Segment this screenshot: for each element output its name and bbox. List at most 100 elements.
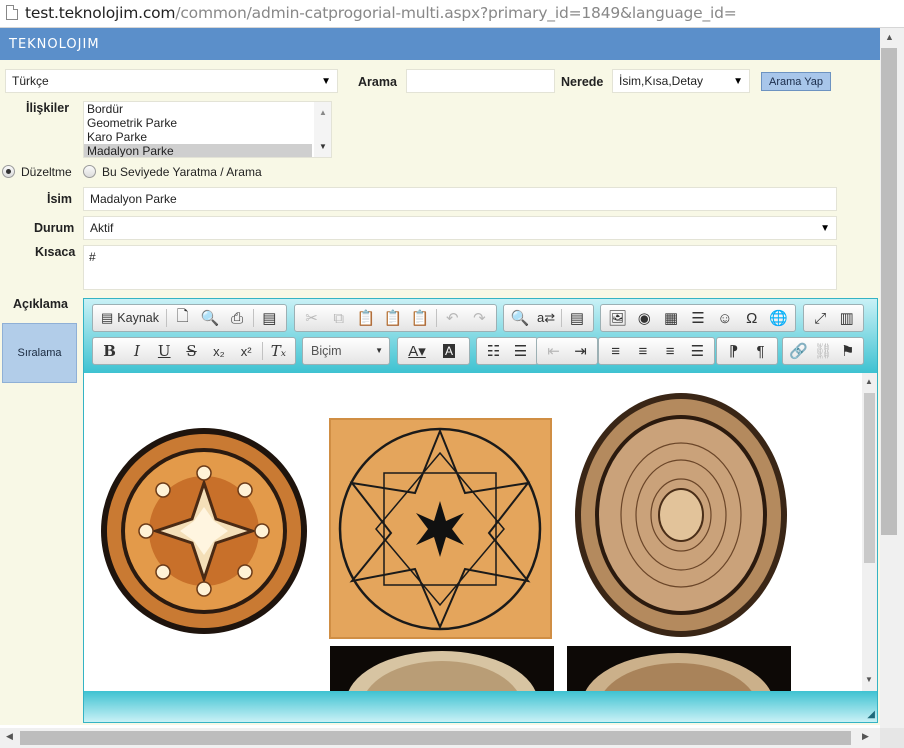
- numbered-list-icon: ☷: [486, 343, 501, 360]
- scroll-left-icon[interactable]: ◀: [6, 731, 13, 742]
- iframe-button[interactable]: 🌐: [765, 306, 792, 330]
- paste-button[interactable]: 📋: [352, 306, 379, 330]
- list-item[interactable]: Karo Parke: [84, 130, 312, 144]
- new-page-button[interactable]: 🗋: [169, 306, 196, 330]
- cut-button[interactable]: ✂: [298, 306, 325, 330]
- undo-button[interactable]: ↶: [439, 306, 466, 330]
- unlink-button[interactable]: ⛓: [811, 339, 836, 363]
- text-color-button[interactable]: A▾: [401, 339, 433, 363]
- spellcheck-button[interactable]: ▤: [564, 306, 590, 330]
- outdent-icon: ⇤: [547, 343, 560, 360]
- flash-button[interactable]: ◉: [631, 306, 658, 330]
- bg-color-button[interactable]: A: [433, 339, 465, 363]
- page-hscroll-thumb[interactable]: [20, 731, 851, 745]
- page-scrollbar-thumb[interactable]: [881, 48, 897, 535]
- image-button[interactable]: 🖼: [604, 306, 631, 330]
- language-select[interactable]: Türkçe ▼: [5, 69, 338, 93]
- paste-text-button[interactable]: 📋: [379, 306, 406, 330]
- paste-word-button[interactable]: 📋: [407, 306, 434, 330]
- create-mode-label[interactable]: Bu Seviyede Yaratma / Arama: [102, 165, 262, 179]
- redo-button[interactable]: ↷: [466, 306, 493, 330]
- list-item[interactable]: Bordür: [84, 102, 312, 116]
- url-text[interactable]: test.teknolojim.com/common/admin-catprog…: [25, 4, 737, 22]
- relations-label: İlişkiler: [26, 101, 70, 115]
- format-combo[interactable]: Biçim ▼: [302, 337, 390, 365]
- search-button[interactable]: Arama Yap: [761, 72, 831, 91]
- indent-button[interactable]: ⇥: [567, 339, 594, 363]
- status-label: Durum: [34, 221, 75, 235]
- scroll-right-icon[interactable]: ▶: [862, 731, 869, 742]
- replace-button[interactable]: a⇄: [533, 306, 559, 330]
- page-horizontal-scrollbar[interactable]: ◀ ▶: [0, 728, 880, 748]
- special-char-button[interactable]: Ω: [738, 306, 765, 330]
- editor-scrollbar[interactable]: ▲ ▼: [862, 373, 877, 691]
- page-vertical-scrollbar[interactable]: ▲: [880, 28, 904, 728]
- text-color-icon: A▾: [408, 343, 426, 360]
- edit-mode-label[interactable]: Düzeltme: [21, 165, 72, 179]
- editor-scrollbar-thumb[interactable]: [864, 393, 875, 563]
- ltr-button[interactable]: ⁋: [720, 339, 747, 363]
- subscript-button[interactable]: x₂: [205, 339, 232, 363]
- address-bar[interactable]: test.teknolojim.com/common/admin-catprog…: [0, 0, 904, 28]
- table-button[interactable]: ▦: [658, 306, 685, 330]
- link-button[interactable]: 🔗: [786, 339, 811, 363]
- list-group: ☷ ☰: [476, 337, 538, 365]
- redo-icon: ↷: [473, 310, 486, 327]
- resize-handle-icon[interactable]: ◢: [867, 709, 875, 720]
- align-center-button[interactable]: ≡: [629, 339, 656, 363]
- medallion-image-4: [330, 646, 554, 691]
- bulleted-list-icon: ☰: [513, 343, 528, 360]
- flash-icon: ◉: [637, 310, 651, 327]
- sort-order-button[interactable]: Sıralama: [2, 323, 77, 383]
- bulleted-list-button[interactable]: ☰: [507, 339, 534, 363]
- maximize-button[interactable]: ⤢: [807, 306, 834, 330]
- list-item-selected[interactable]: Madalyon Parke: [84, 144, 312, 157]
- justify-button[interactable]: ☰: [684, 339, 711, 363]
- underline-button[interactable]: U: [151, 339, 178, 363]
- rtl-button[interactable]: ¶: [747, 339, 774, 363]
- smiley-button[interactable]: ☺: [711, 306, 738, 330]
- status-select[interactable]: Aktif ▼: [83, 216, 837, 240]
- superscript-button[interactable]: x²: [232, 339, 259, 363]
- strike-button[interactable]: S: [178, 339, 205, 363]
- listbox-scrollbar[interactable]: ▲ ▼: [314, 102, 331, 157]
- name-input[interactable]: Madalyon Parke: [83, 187, 837, 211]
- editor-toolbar: ▤Kaynak 🗋 🔍 ⎙ ▤ ✂ ⧉ 📋 📋 📋 ↶ ↷ 🔍 a⇄ ▤ 🖼: [84, 299, 877, 373]
- clipboard-group: ✂ ⧉ 📋 📋 📋 ↶ ↷: [294, 304, 497, 332]
- create-mode-radio[interactable]: [83, 165, 96, 178]
- editor-content[interactable]: [84, 373, 877, 691]
- remove-format-button[interactable]: Tₓ: [265, 339, 292, 363]
- dropdown-arrow-icon: ▼: [820, 223, 830, 234]
- copy-button[interactable]: ⧉: [325, 306, 352, 330]
- strike-icon: S: [186, 342, 197, 360]
- subscript-icon: x₂: [213, 343, 225, 359]
- search-scope-select[interactable]: İsim,Kısa,Detay ▼: [612, 69, 750, 93]
- search-input[interactable]: [406, 69, 555, 93]
- replace-icon: a⇄: [536, 310, 556, 325]
- find-button[interactable]: 🔍: [507, 306, 533, 330]
- bold-button[interactable]: B: [96, 339, 123, 363]
- scroll-up-icon[interactable]: ▲: [865, 377, 873, 386]
- italic-button[interactable]: I: [123, 339, 150, 363]
- source-button[interactable]: ▤ Kaynak: [96, 306, 164, 330]
- print-button[interactable]: ⎙: [224, 306, 251, 330]
- list-item[interactable]: Geometrik Parke: [84, 116, 312, 130]
- preview-button[interactable]: 🔍: [196, 306, 223, 330]
- templates-button[interactable]: ▤: [256, 306, 283, 330]
- horizontal-rule-button[interactable]: ☰: [685, 306, 712, 330]
- outdent-button[interactable]: ⇤: [540, 339, 567, 363]
- relations-listbox[interactable]: Bordür Geometrik Parke Karo Parke Madaly…: [83, 101, 332, 158]
- numbered-list-button[interactable]: ☷: [480, 339, 507, 363]
- scroll-up-icon[interactable]: ▲: [319, 108, 327, 117]
- align-right-button[interactable]: ≡: [657, 339, 684, 363]
- scroll-down-icon[interactable]: ▼: [319, 142, 327, 151]
- source-label: Kaynak: [117, 311, 159, 325]
- summary-textarea[interactable]: #: [83, 245, 837, 290]
- scroll-up-icon[interactable]: ▲: [885, 32, 894, 42]
- scroll-down-icon[interactable]: ▼: [865, 675, 873, 684]
- show-blocks-button[interactable]: ▥: [834, 306, 861, 330]
- name-label: İsim: [47, 192, 73, 206]
- align-left-button[interactable]: ≡: [602, 339, 629, 363]
- anchor-button[interactable]: ⚑: [835, 339, 860, 363]
- edit-mode-radio[interactable]: [2, 165, 15, 178]
